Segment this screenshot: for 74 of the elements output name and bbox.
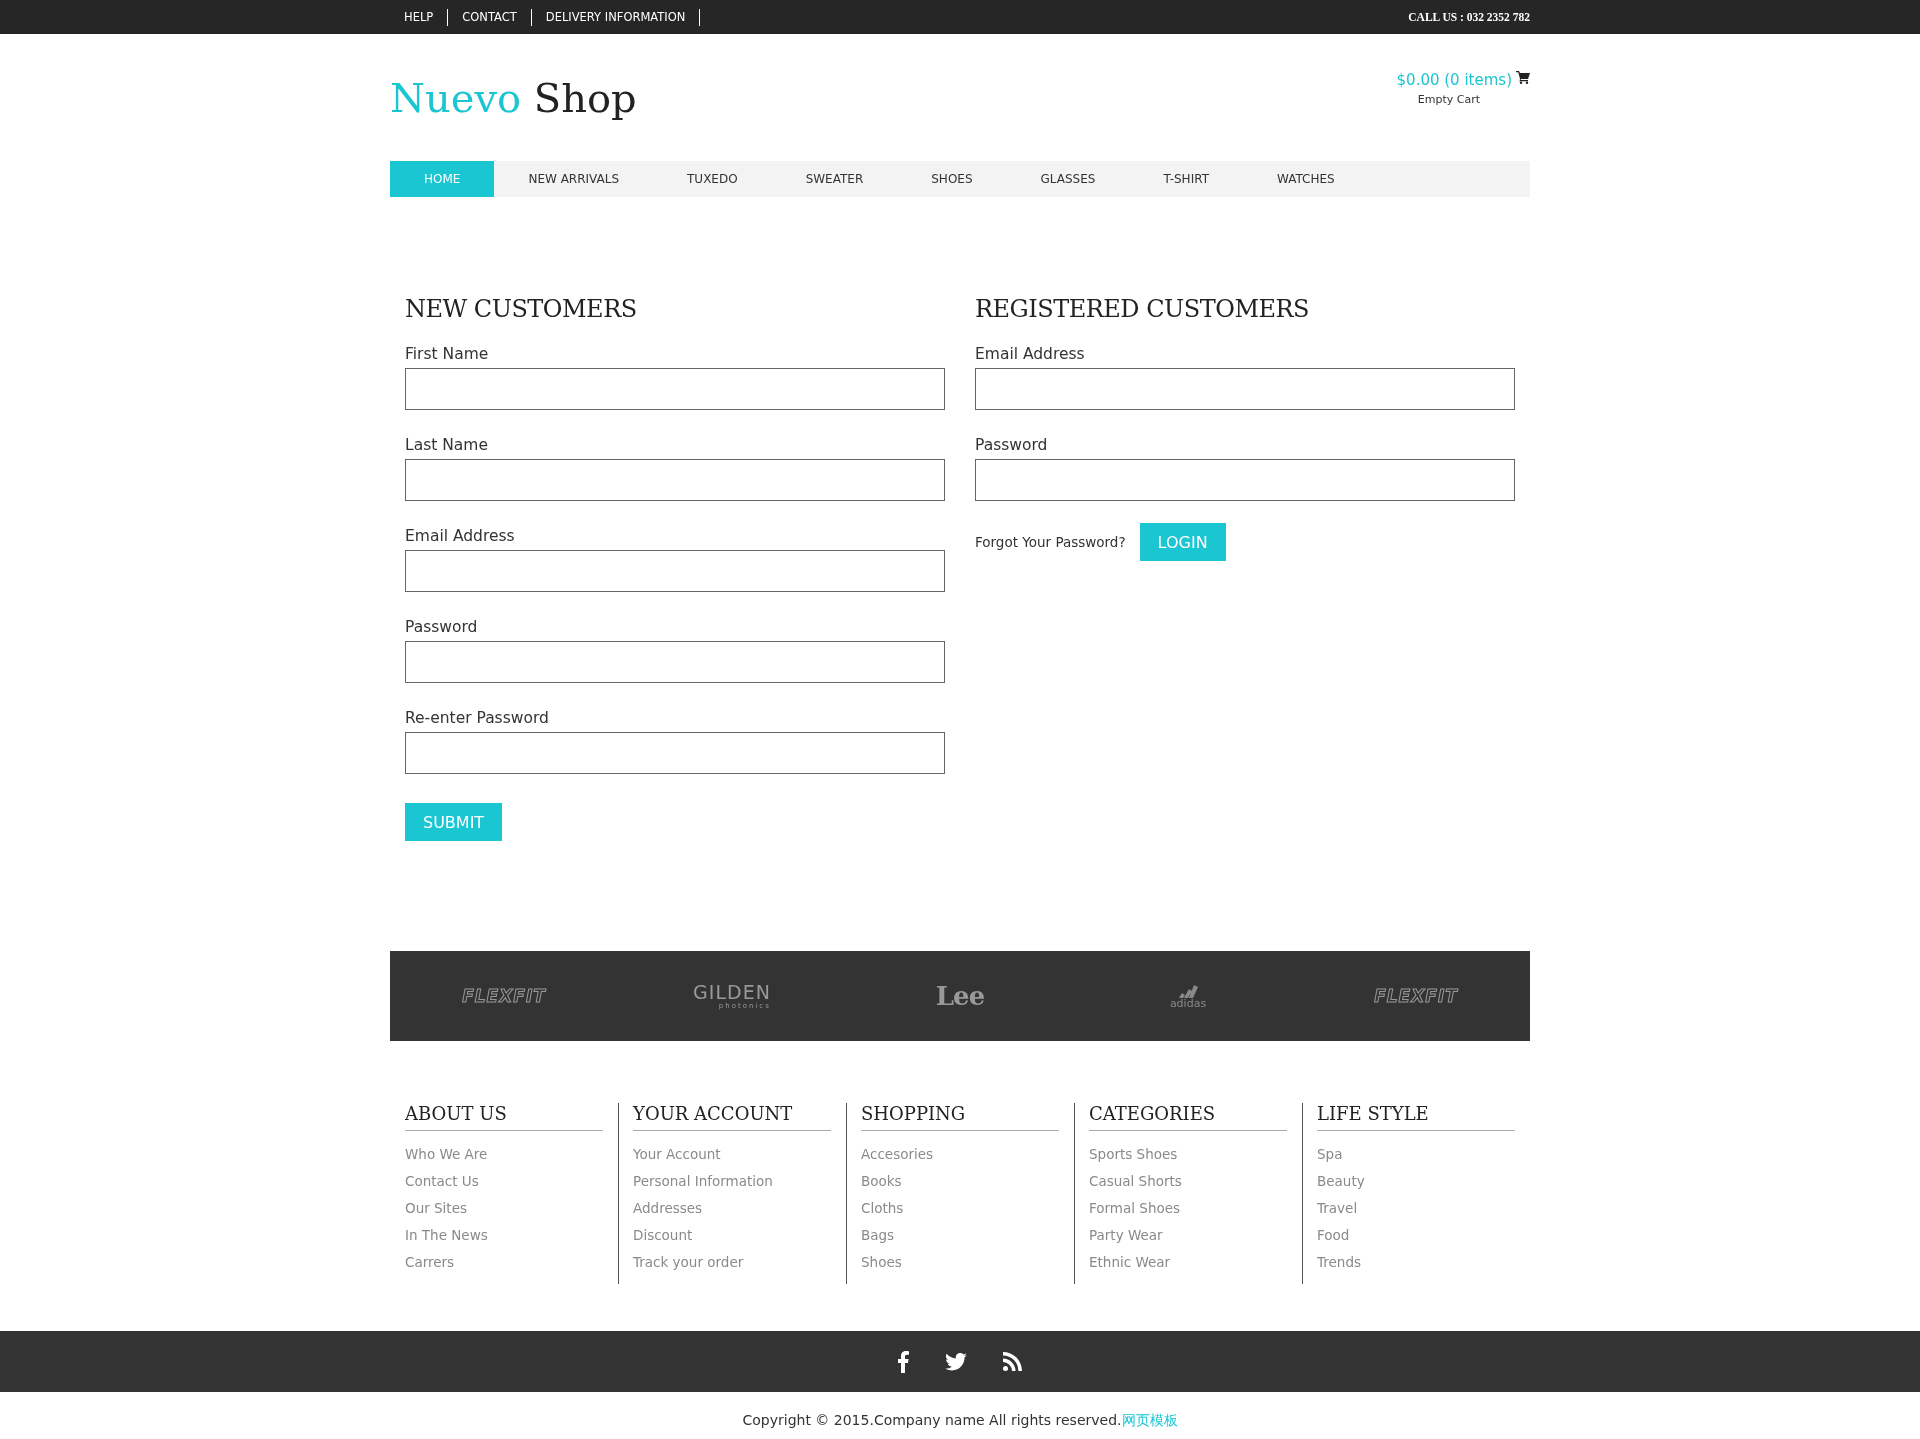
input-field[interactable] xyxy=(405,368,945,410)
field-label: Email Address xyxy=(975,345,1085,363)
template-link[interactable]: 网页模板 xyxy=(1121,1412,1178,1428)
footer-link[interactable]: Casual Shorts xyxy=(1089,1168,1182,1195)
shop-logo[interactable]: Nuevo Shop xyxy=(390,72,637,124)
footer-link[interactable]: Track your order xyxy=(633,1249,744,1276)
field-label: Email Address xyxy=(405,527,515,545)
rss-icon[interactable] xyxy=(1003,1352,1022,1371)
field-label: Last Name xyxy=(405,436,488,454)
footer-link[interactable]: Ethnic Wear xyxy=(1089,1249,1171,1276)
input-field[interactable] xyxy=(975,459,1515,501)
empty-cart-link[interactable]: Empty Cart xyxy=(1417,93,1480,106)
footer-link[interactable]: Our Sites xyxy=(405,1195,467,1222)
footer-link[interactable]: Books xyxy=(861,1168,902,1195)
brand-logo[interactable]: adidas xyxy=(1169,983,1207,1009)
cart-total[interactable]: $0.00 (0 items) xyxy=(1396,71,1512,89)
footer-link[interactable]: Contact Us xyxy=(405,1168,479,1195)
field-label: Re-enter Password xyxy=(405,709,549,727)
footer-link[interactable]: Your Account xyxy=(633,1141,721,1168)
forgot-password-link[interactable]: Forgot Your Password? xyxy=(975,534,1126,550)
input-field[interactable] xyxy=(405,550,945,592)
field-label: First Name xyxy=(405,345,489,363)
nav-tab[interactable]: HOME xyxy=(390,161,495,197)
input-field[interactable] xyxy=(975,368,1515,410)
top-link[interactable]: CONTACT xyxy=(448,8,532,26)
footer-link[interactable]: Formal Shoes xyxy=(1089,1195,1181,1222)
nav-tab[interactable]: T-SHIRT xyxy=(1129,161,1243,197)
input-field[interactable] xyxy=(405,641,945,683)
phone-number: CALL US : 032 2352 782 xyxy=(1408,11,1530,23)
footer-link[interactable]: Trends xyxy=(1317,1249,1361,1276)
top-link[interactable]: DELIVERY INFORMATION xyxy=(531,8,701,26)
footer-link[interactable]: Travel xyxy=(1317,1195,1358,1222)
brand-logo[interactable]: Lee xyxy=(935,981,985,1011)
footer-heading: LIFE STYLE xyxy=(1317,1103,1515,1131)
footer-link[interactable]: Food xyxy=(1317,1222,1350,1249)
footer-link[interactable]: Sports Shoes xyxy=(1089,1141,1178,1168)
facebook-icon[interactable] xyxy=(898,1350,909,1373)
footer-link[interactable]: Beauty xyxy=(1317,1168,1365,1195)
login-button[interactable]: LOGIN xyxy=(1139,523,1226,561)
section-heading: NEW CUSTOMERS xyxy=(405,295,637,323)
nav-tab[interactable]: SWEATER xyxy=(771,161,898,197)
nav-tab[interactable]: GLASSES xyxy=(1006,161,1130,197)
shopping-cart-icon xyxy=(1516,71,1530,84)
footer-link[interactable]: Carrers xyxy=(405,1249,455,1276)
footer-link[interactable]: Addresses xyxy=(633,1195,703,1222)
section-heading: REGISTERED CUSTOMERS xyxy=(975,295,1309,323)
nav-tab[interactable]: SHOES xyxy=(897,161,1007,197)
footer-link[interactable]: Personal Information xyxy=(633,1168,773,1195)
input-field[interactable] xyxy=(405,459,945,501)
submit-button[interactable]: SUBMIT xyxy=(405,803,503,841)
top-link[interactable]: HELP xyxy=(390,8,449,26)
footer-link[interactable]: Discount xyxy=(633,1222,693,1249)
copyright-text: Copyright © 2015.Company name All rights reserved.网页模板 xyxy=(741,1412,1179,1430)
nav-tab[interactable]: TUXEDO xyxy=(653,161,772,197)
twitter-icon[interactable] xyxy=(945,1352,967,1371)
footer-link[interactable]: Spa xyxy=(1317,1141,1343,1168)
footer-heading: ABOUT US xyxy=(405,1103,603,1131)
footer-heading: SHOPPING xyxy=(861,1103,1059,1131)
field-label: Password xyxy=(405,618,478,636)
footer-link[interactable]: Accesories xyxy=(861,1141,934,1168)
field-label: Password xyxy=(975,436,1048,454)
footer-link[interactable]: Bags xyxy=(861,1222,895,1249)
footer-link[interactable]: Shoes xyxy=(861,1249,902,1276)
brand-logo[interactable]: FLEXFIT xyxy=(462,986,546,1006)
nav-tab[interactable]: NEW ARRIVALS xyxy=(494,161,654,197)
footer-link[interactable]: Who We Are xyxy=(405,1141,488,1168)
brand-logo[interactable]: FLEXFIT xyxy=(1374,986,1458,1006)
footer-link[interactable]: In The News xyxy=(405,1222,488,1249)
footer-link[interactable]: Party Wear xyxy=(1089,1222,1163,1249)
footer-heading: YOUR ACCOUNT xyxy=(633,1103,831,1131)
footer-heading: CATEGORIES xyxy=(1089,1103,1287,1131)
nav-tab[interactable]: WATCHES xyxy=(1243,161,1369,197)
footer-link[interactable]: Cloths xyxy=(861,1195,904,1222)
input-field[interactable] xyxy=(405,732,945,774)
